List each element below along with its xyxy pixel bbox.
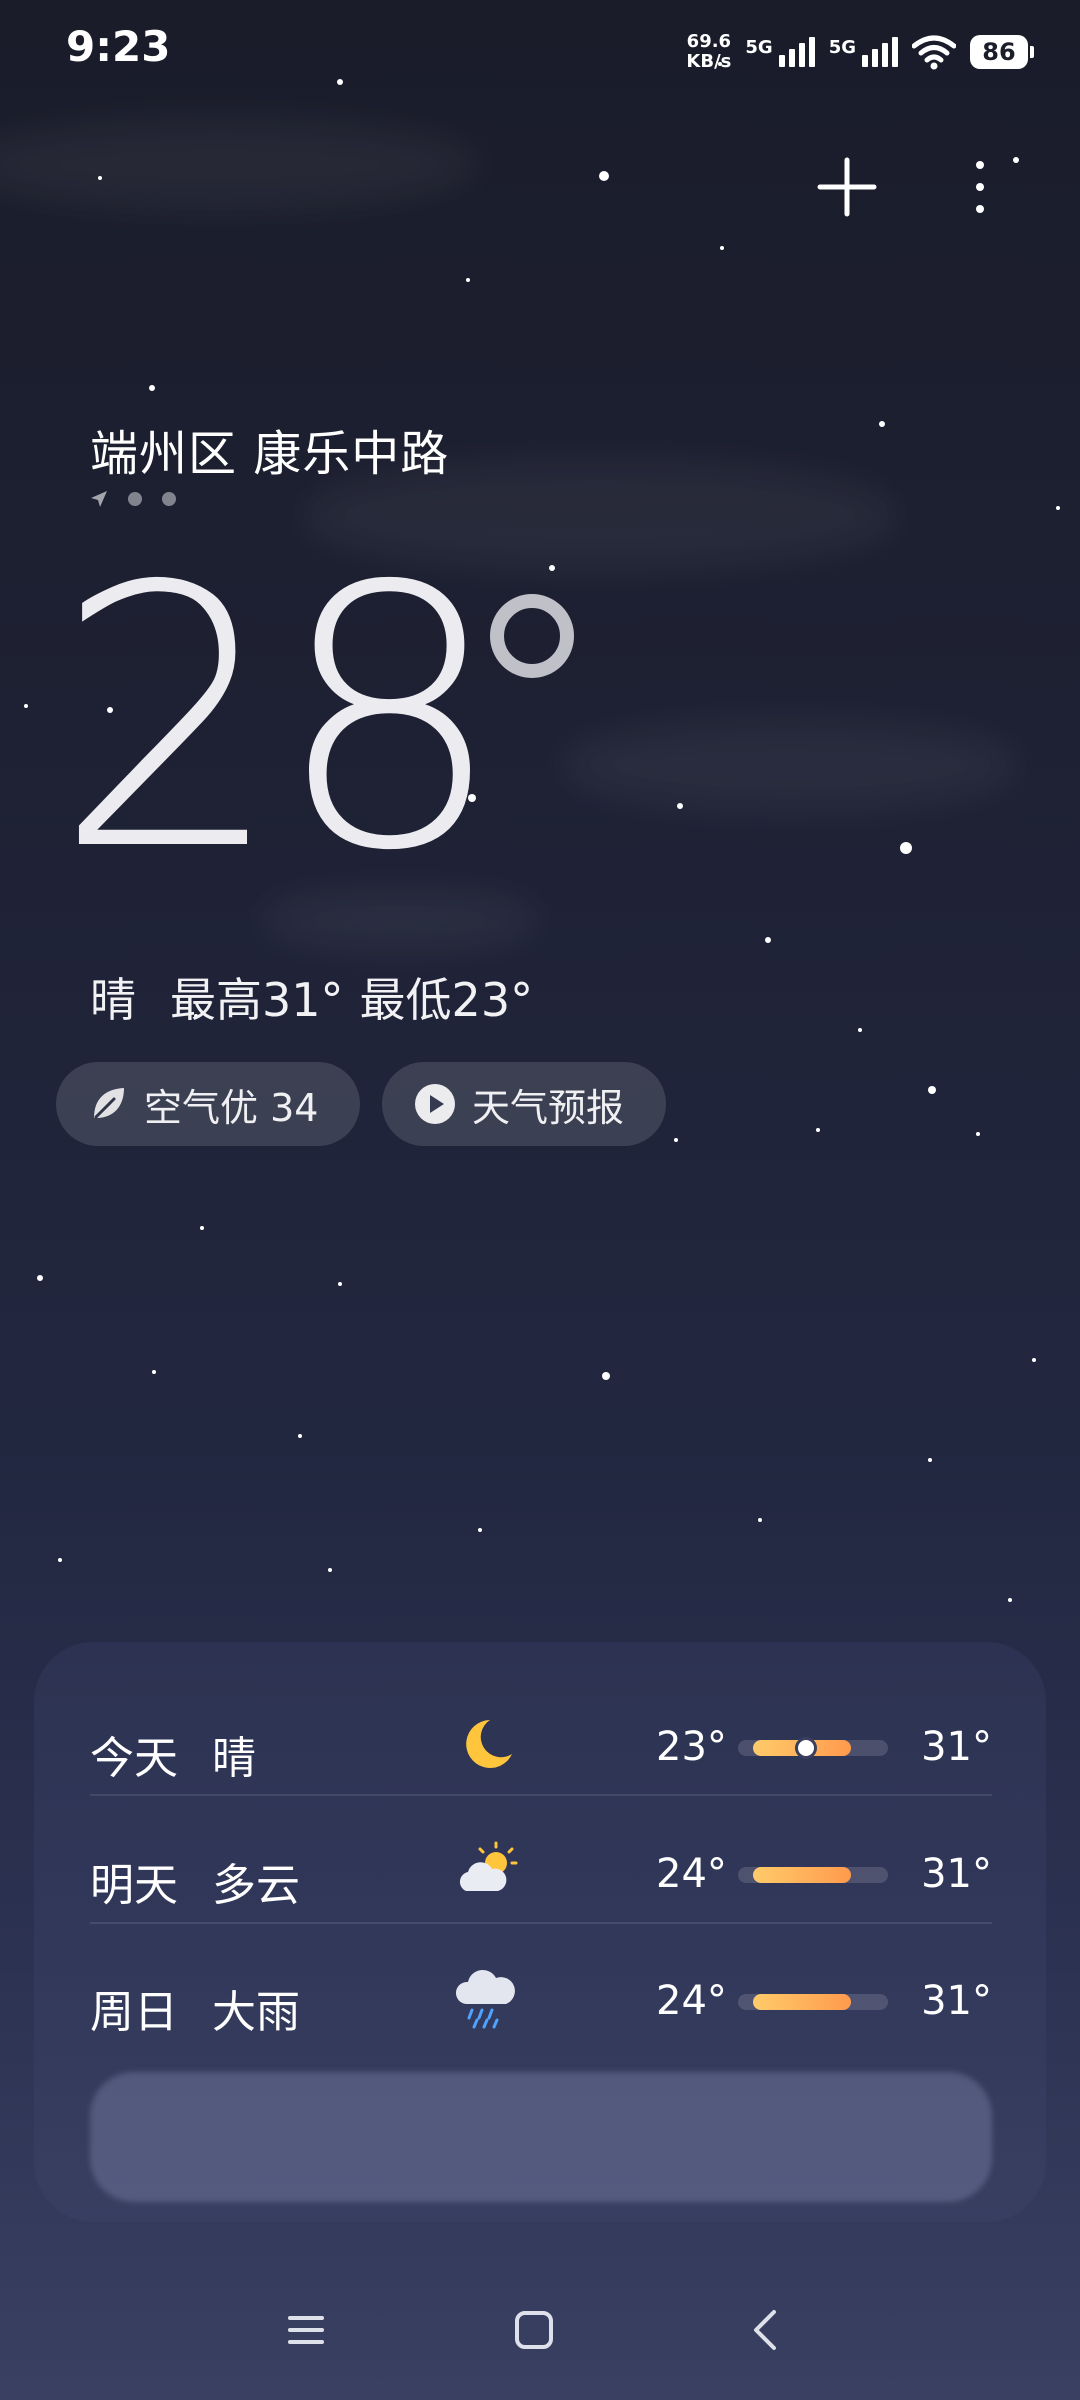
location-name[interactable]: 端州区 康乐中路 bbox=[90, 414, 449, 484]
leaf-icon bbox=[94, 1088, 124, 1119]
forecast-high: 31° bbox=[921, 1724, 992, 1770]
temperature-range-bar bbox=[738, 1867, 888, 1883]
recent-apps-icon[interactable] bbox=[276, 2300, 336, 2360]
moon-icon bbox=[466, 1720, 512, 1768]
forecast-condition: 大雨 bbox=[212, 1987, 300, 2038]
page-dot bbox=[128, 492, 142, 506]
network-speed: 69.6 KB/s bbox=[686, 32, 731, 72]
temperature-range-fill bbox=[753, 1994, 851, 2010]
current-condition: 晴 bbox=[90, 973, 136, 1027]
weather-forecast-label: 天气预报 bbox=[472, 1085, 625, 1130]
temperature-range-bar bbox=[738, 1994, 888, 2010]
sim2-network-label: 5G bbox=[828, 37, 856, 58]
forecast-high: 31° bbox=[921, 1978, 992, 2024]
daily-forecast-card[interactable]: 今天 晴 23° 31° 明天 多云 24° 31° 周日 大雨 24° 31° bbox=[34, 1642, 1046, 2222]
forecast-low: 24° bbox=[656, 1978, 727, 2024]
status-time: 9:23 bbox=[66, 22, 171, 71]
row-divider bbox=[90, 1922, 992, 1924]
network-speed-value: 69.6 bbox=[686, 31, 732, 52]
temperature-range-bar bbox=[738, 1737, 888, 1759]
sim1-network-label: 5G bbox=[745, 37, 773, 58]
more-forecast-button[interactable] bbox=[90, 2072, 992, 2202]
wifi-icon bbox=[912, 35, 956, 70]
location-arrow-icon bbox=[91, 491, 107, 507]
temperature-range-fill bbox=[753, 1867, 851, 1883]
current-high: 最高31° bbox=[170, 973, 344, 1027]
forecast-day: 周日 bbox=[90, 1987, 178, 2038]
more-dot-icon bbox=[976, 205, 984, 213]
more-options-button[interactable] bbox=[958, 152, 1002, 222]
page-dot bbox=[162, 492, 176, 506]
forecast-row[interactable]: 周日 大雨 24° 31° bbox=[90, 1938, 992, 2064]
current-summary: 晴 最高31° 最低23° bbox=[90, 964, 533, 1030]
city-page-indicator bbox=[90, 490, 176, 508]
forecast-low: 24° bbox=[656, 1851, 727, 1897]
forecast-row[interactable]: 今天 晴 23° 31° bbox=[90, 1684, 992, 1810]
battery-icon: 86 bbox=[970, 35, 1034, 69]
forecast-low: 23° bbox=[656, 1724, 727, 1770]
forecast-condition: 晴 bbox=[212, 1733, 256, 1784]
forecast-row[interactable]: 明天 多云 24° 31° bbox=[90, 1811, 992, 1937]
add-city-button[interactable] bbox=[812, 152, 882, 222]
cloud-wisp bbox=[560, 720, 1020, 810]
home-icon[interactable] bbox=[504, 2300, 564, 2360]
more-dot-icon bbox=[976, 161, 984, 169]
network-speed-unit: KB/s bbox=[686, 51, 732, 72]
status-bar: 9:23 69.6 KB/s 5G 5G 86 bbox=[0, 0, 1080, 100]
signal-sim2-icon: 5G bbox=[829, 37, 898, 67]
play-icon bbox=[415, 1084, 455, 1124]
heavy-rain-icon bbox=[455, 1969, 515, 2029]
partly-cloudy-icon bbox=[459, 1841, 518, 1891]
air-quality-label: 空气优 34 bbox=[144, 1085, 319, 1130]
back-icon[interactable] bbox=[736, 2300, 796, 2360]
status-icons: 69.6 KB/s 5G 5G 86 bbox=[686, 24, 1034, 80]
more-dot-icon bbox=[976, 183, 984, 191]
current-temperature-marker bbox=[794, 1737, 817, 1759]
forecast-high: 31° bbox=[921, 1851, 992, 1897]
signal-sim1-icon: 5G bbox=[745, 37, 815, 67]
weather-forecast-chip[interactable]: 天气预报 bbox=[382, 1062, 666, 1146]
current-temperature: 28 bbox=[54, 510, 504, 929]
forecast-day: 明天 bbox=[90, 1860, 178, 1911]
battery-level: 86 bbox=[970, 35, 1028, 69]
current-low: 最低23° bbox=[359, 973, 534, 1027]
system-navigation-bar bbox=[0, 2280, 1080, 2380]
cloud-wisp bbox=[0, 120, 480, 210]
forecast-condition: 多云 bbox=[212, 1860, 300, 1911]
row-divider bbox=[90, 1794, 992, 1796]
forecast-day: 今天 bbox=[90, 1733, 178, 1784]
degree-symbol bbox=[490, 594, 574, 678]
air-quality-chip[interactable]: 空气优 34 bbox=[56, 1062, 360, 1146]
